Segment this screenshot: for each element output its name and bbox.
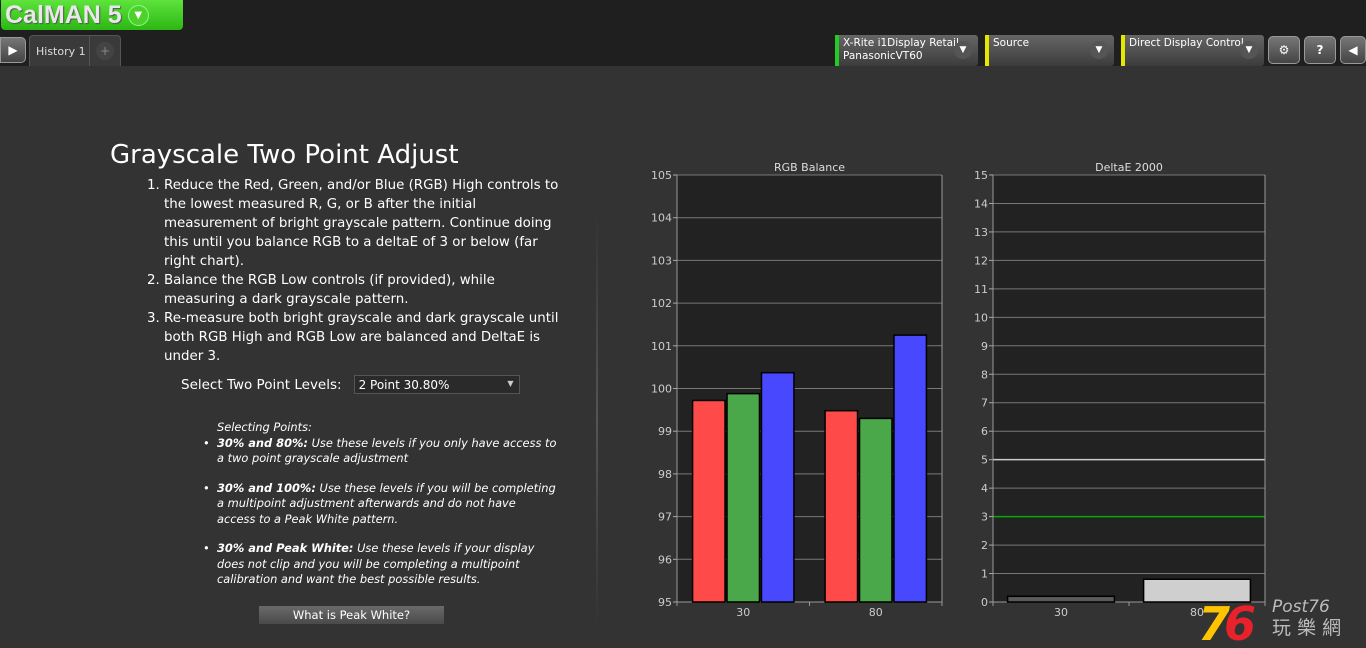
y-tick-label: 0 [981,596,988,609]
x-tick-label: 30 [736,606,750,619]
y-tick-label: 11 [974,283,988,296]
y-tick-label: 102 [651,297,672,310]
x-tick-label: 80 [869,606,883,619]
bar [760,371,795,603]
y-tick-label: 100 [651,383,672,396]
y-tick-label: 95 [658,596,672,609]
y-tick-label: 14 [974,197,988,210]
y-tick-label: 8 [981,368,988,381]
y-tick-label: 3 [981,511,988,524]
plot-area [993,175,1265,602]
y-tick-label: 99 [658,425,672,438]
svg-text:Post76: Post76 [1272,597,1330,617]
y-tick-label: 97 [658,511,672,524]
bar [893,334,928,603]
y-tick-label: 12 [974,254,988,267]
charts: RGB Balance95969798991001011021031041053… [651,161,1266,619]
y-tick-label: 6 [981,425,988,438]
y-tick-label: 7 [981,397,988,410]
y-tick-label: 105 [651,169,672,182]
svg-text:玩 樂 網: 玩 樂 網 [1272,617,1341,639]
bar [726,392,761,603]
y-tick-label: 9 [981,340,988,353]
y-tick-label: 96 [658,553,672,566]
watermark-logo: 7 6 Post76 玩 樂 網 [1198,594,1366,648]
y-tick-label: 101 [651,340,672,353]
y-tick-label: 98 [658,468,672,481]
y-tick-label: 5 [981,454,988,467]
y-tick-label: 13 [974,226,988,239]
x-tick-label: 30 [1054,606,1068,619]
bar [858,417,893,603]
y-tick-label: 104 [651,212,672,225]
bar [824,409,859,603]
y-tick-label: 2 [981,539,988,552]
y-tick-label: 4 [981,482,988,495]
y-tick-label: 15 [974,169,988,182]
y-tick-label: 103 [651,254,672,267]
y-tick-label: 1 [981,568,988,581]
svg-text:6: 6 [1224,597,1256,644]
chart-title: RGB Balance [774,161,845,174]
y-tick-label: 10 [974,311,988,324]
bar [691,399,726,603]
bar [1006,595,1116,603]
chart-title: DeltaE 2000 [1095,161,1163,174]
